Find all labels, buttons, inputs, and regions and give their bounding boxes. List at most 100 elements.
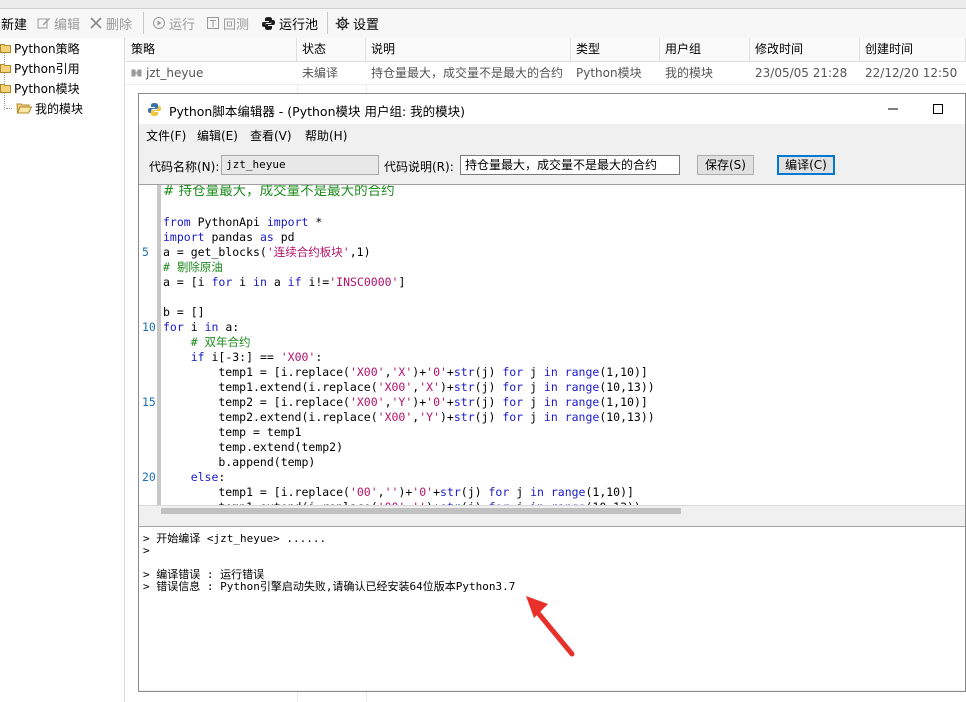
editor-titlebar[interactable]: Python脚本编辑器 - (Python模块 用户组: 我的模块) (139, 94, 965, 124)
main-toolbar: 新建 编辑 删除 运行 回测 运行池 设置 (0, 0, 966, 39)
code-line: else: (190, 470, 226, 484)
code-line: # 剔除原油 (163, 260, 223, 274)
compile-button[interactable]: 编译(C) (777, 155, 835, 175)
column-header-type[interactable]: 类型 (571, 38, 660, 61)
cell-name-text: jzt_heyue (146, 66, 204, 80)
column-header-modified[interactable]: 修改时间 (750, 38, 860, 61)
tree-item-label: 我的模块 (35, 99, 84, 117)
new-button[interactable]: 新建 (1, 13, 27, 33)
settings-button[interactable]: 设置 (335, 13, 379, 33)
run-button[interactable]: 运行 (152, 13, 195, 33)
edit-label: 编辑 (54, 17, 81, 33)
folder-icon (0, 63, 11, 73)
code-editor[interactable]: 5 10 15 20 # 持仓量最大，成交量不是最大的合约 from Pytho… (139, 184, 965, 505)
column-header-strategy[interactable]: 策略 (126, 38, 297, 61)
tree-item-label: Python引用 (14, 61, 80, 76)
table-row[interactable]: jzt_heyue 未编译 持仓量最大，成交量不是最大的合约 Python模块 … (126, 62, 966, 85)
code-line: from PythonApi import * (163, 215, 323, 229)
menu-help[interactable]: 帮助(H) (305, 127, 347, 144)
fold-margin (157, 185, 161, 505)
output-line: > (143, 544, 150, 557)
line-number: 10 (142, 320, 156, 334)
runpool-button[interactable]: 运行池 (261, 13, 318, 33)
run-label: 运行 (169, 17, 196, 33)
close-icon (89, 16, 103, 30)
code-line: # 双年合约 (163, 335, 251, 349)
cell-status: 未编译 (302, 66, 339, 80)
menu-file[interactable]: 文件(F) (146, 127, 186, 144)
delete-label: 删除 (106, 17, 133, 33)
text-box-icon (206, 16, 220, 30)
scrollbar-thumb[interactable] (161, 508, 681, 514)
edit-button[interactable]: 编辑 (37, 13, 80, 33)
code-line: temp.extend(temp2) (163, 440, 344, 454)
pencil-icon (37, 16, 51, 30)
column-header-user-group[interactable]: 用户组 (660, 38, 750, 61)
gear-icon (335, 16, 350, 31)
tree-item-label: Python模块 (14, 81, 80, 96)
toolbar-divider (327, 12, 328, 34)
folder-icon (0, 83, 11, 93)
top-strip (0, 0, 966, 9)
delete-button[interactable]: 删除 (89, 13, 132, 33)
backtest-button[interactable]: 回测 (206, 13, 249, 33)
tree-item-python-module[interactable]: Python模块 (0, 79, 80, 97)
code-name-label: 代码名称(N): (149, 160, 220, 174)
list-header: 策略 状态 说明 类型 用户组 修改时间 创建时间 (126, 38, 966, 62)
line-number: 15 (142, 395, 156, 409)
cell-type: Python模块 (576, 66, 642, 80)
code-line: temp = temp1 (163, 425, 302, 439)
code-line: a = get_blocks('连续合约板块',1) (163, 245, 371, 259)
column-header-created[interactable]: 创建时间 (860, 38, 966, 61)
code-horizontal-scrollbar[interactable] (139, 505, 965, 516)
line-number: 20 (142, 470, 156, 484)
code-line: temp2.extend(i.replace('X00','Y')+str(j)… (163, 410, 655, 424)
play-circle-icon (152, 16, 166, 30)
code-desc-field[interactable]: 持仓量最大，成交量不是最大的合约 (460, 155, 680, 175)
code-line: temp1 = [i.replace('X00','X')+'0'+str(j)… (163, 365, 648, 379)
menu-view[interactable]: 查看(V) (250, 127, 292, 144)
cell-modified: 23/05/05 21:28 (755, 66, 848, 80)
runpool-label: 运行池 (279, 17, 319, 33)
cell-description: 持仓量最大，成交量不是最大的合约 (371, 66, 564, 80)
cell-name: jzt_heyue (126, 62, 297, 84)
code-line: temp1 = [i.replace('00','')+'0'+str(j) f… (163, 485, 634, 499)
code-desc-label: 代码说明(R): (384, 160, 454, 174)
code-line: b.append(temp) (163, 455, 316, 469)
tree-item-python-strategy[interactable]: Python策略 (0, 39, 80, 57)
backtest-label: 回测 (223, 17, 250, 33)
line-number-gutter: 5 10 15 20 (139, 185, 157, 505)
code-line: a = [i for i in a if i!='INSC0000'] (163, 275, 406, 289)
annotation-arrow-icon (526, 596, 575, 657)
python-logo-icon (147, 102, 162, 117)
editor-fieldbar: 代码名称(N): jzt_heyue 代码说明(R): 持仓量最大，成交量不是最… (139, 150, 965, 184)
tree-item-my-module[interactable]: 我的模块 (6, 99, 84, 117)
maximize-button[interactable] (926, 98, 950, 120)
editor-title: Python脚本编辑器 - (Python模块 用户组: 我的模块) (169, 104, 466, 119)
code-line: for i in a: (163, 320, 240, 334)
tree-item-python-reference[interactable]: Python引用 (0, 59, 80, 77)
minimize-button[interactable] (881, 98, 905, 120)
output-line: > 开始编译 <jzt_heyue> ...... (143, 532, 327, 545)
folder-icon (0, 43, 11, 53)
code-line: # 持仓量最大，成交量不是最大的合约 (163, 184, 395, 199)
toolbar-divider (143, 12, 144, 34)
line-number: 5 (142, 245, 149, 259)
minimize-icon (888, 108, 898, 110)
code-line: import pandas as pd (163, 230, 295, 244)
python-icon (261, 16, 276, 31)
column-header-status[interactable]: 状态 (297, 38, 366, 61)
new-label: 新建 (1, 17, 28, 33)
column-header-description[interactable]: 说明 (366, 38, 571, 61)
strategy-tree: Python策略 Python引用 Python模块 我的模块 (0, 38, 125, 702)
open-folder-icon (16, 102, 32, 114)
code-name-field[interactable]: jzt_heyue (221, 155, 379, 175)
editor-menubar: 文件(F) 编辑(E) 查看(V) 帮助(H) (139, 124, 965, 146)
code-line: temp1.extend(i.replace('X00','X')+str(j)… (163, 380, 655, 394)
output-line: > 错误信息 : Python引擎启动失败,请确认已经安装64位版本Python… (143, 580, 516, 593)
menu-edit[interactable]: 编辑(E) (197, 127, 238, 144)
script-icon (131, 68, 143, 78)
code-line: b = [] (163, 305, 205, 319)
code-line: temp2 = [i.replace('X00','Y')+'0'+str(j)… (163, 395, 648, 409)
save-button[interactable]: 保存(S) (697, 155, 754, 175)
